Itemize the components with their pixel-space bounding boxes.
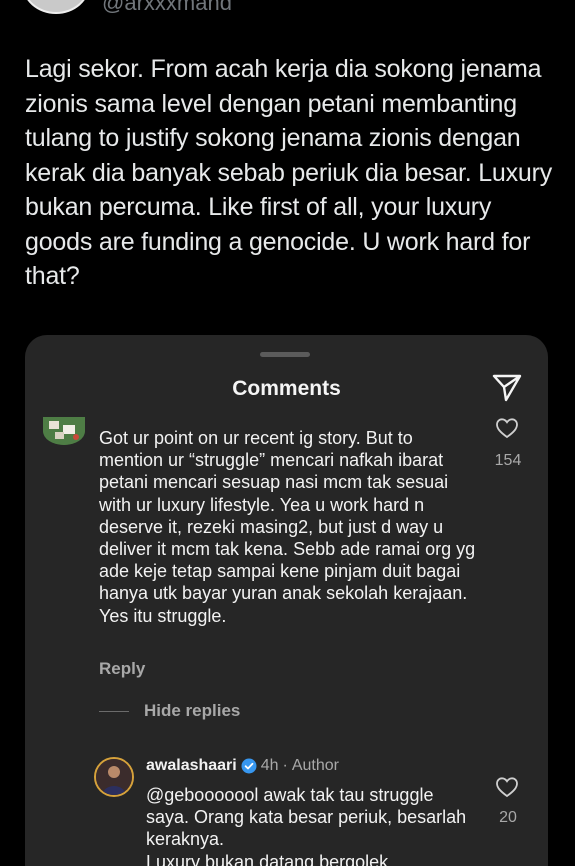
tweet-text: Lagi sekor. From acah kerja dia sokong j… [25,55,553,290]
heart-outline-icon [496,418,518,439]
reply-text-main: @gebooooool awak tak tau struggle saya. … [146,785,467,850]
reply-username[interactable]: awalashaari [146,757,237,775]
author-label: Author [291,757,339,774]
send-icon [492,374,522,402]
tweet-author-avatar[interactable] [22,0,90,14]
author-avatar[interactable] [94,757,134,797]
drag-handle [260,352,310,357]
heart-outline-icon [496,777,518,798]
reply-like-count: 20 [499,809,517,826]
reply-time: 4h [260,757,279,774]
reply-text-continued: Luxury bukan datang bergolek [146,851,389,866]
instagram-comments-screenshot[interactable]: Comments Got ur point on ur recent ig st… [25,335,548,866]
verified-badge-icon [241,758,257,774]
comment-text: Got ur point on ur recent ig story. But … [99,428,476,626]
reply-text: @gebooooool awak tak tau struggle saya. … [146,784,476,866]
commenter-avatar [43,417,85,445]
comments-title: Comments [232,377,341,400]
tweet-author-handle[interactable]: @arxxxmand [102,0,232,16]
comment-like-count: 154 [494,452,522,469]
replies-divider [99,711,129,712]
reply-button[interactable]: Reply [99,659,145,679]
reply-separator: · [282,757,288,774]
hide-replies-button[interactable]: Hide replies [144,701,240,721]
reply-header: awalashaari 4h · Author [146,757,339,775]
